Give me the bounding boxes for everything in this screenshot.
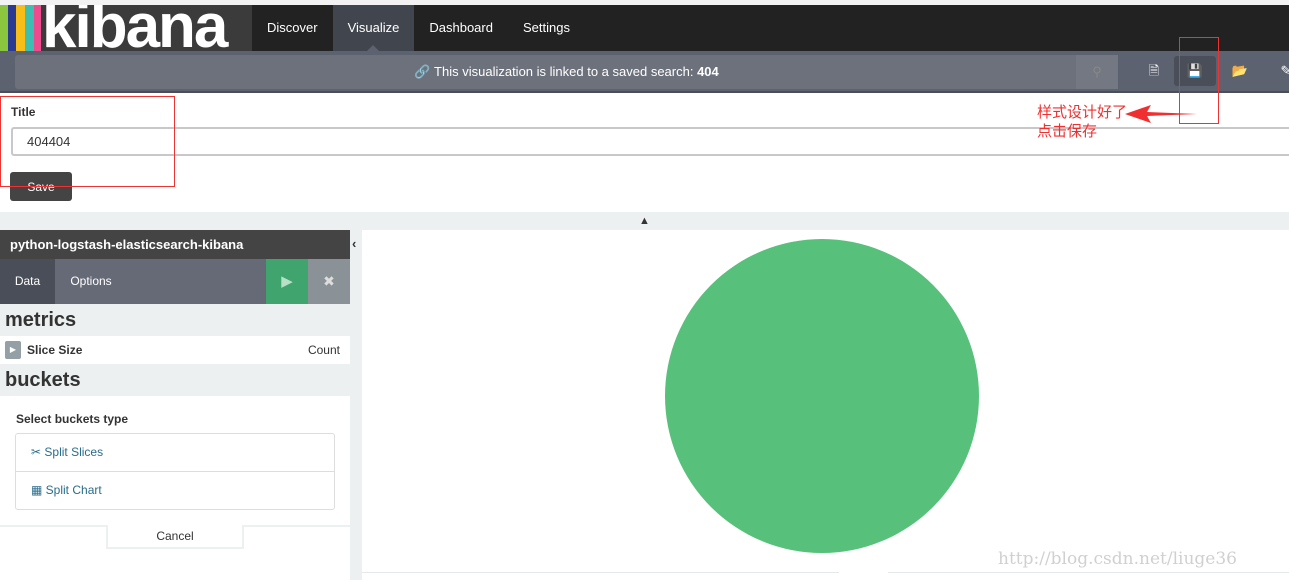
split-slices-option[interactable]: ✂ Split Slices <box>16 434 334 472</box>
logo-text: kibana <box>42 5 228 51</box>
chevron-up-icon: ▲ <box>639 215 650 227</box>
linked-search-bar: 🔗 This visualization is linked to a save… <box>15 55 1118 89</box>
collapse-toggle[interactable]: ▲ <box>0 212 1289 230</box>
share-icon[interactable]: ✎ <box>1265 56 1289 86</box>
select-buckets-label: Select buckets type <box>16 412 129 426</box>
pie-slice[interactable] <box>665 239 979 553</box>
buckets-heading: buckets <box>0 364 350 396</box>
title-label: Title <box>11 105 36 119</box>
split-chart-option[interactable]: ▦ Split Chart <box>16 472 334 510</box>
nav-visualize[interactable]: Visualize <box>332 5 415 51</box>
linked-search-name[interactable]: 404 <box>697 64 719 79</box>
annotation-arrow <box>1125 105 1197 123</box>
linked-text: This visualization is linked to a saved … <box>434 64 698 79</box>
nav-discover[interactable]: Discover <box>252 5 333 51</box>
open-icon[interactable]: 📂 <box>1219 56 1261 86</box>
pie-chart <box>665 239 979 553</box>
index-pattern-title: python-logstash-elasticsearch-kibana <box>0 230 350 259</box>
metric-value: Count <box>307 343 340 357</box>
metrics-heading: metrics <box>0 304 350 336</box>
chart-area <box>362 230 1289 580</box>
tab-data[interactable]: Data <box>0 259 55 304</box>
sidebar: python-logstash-elasticsearch-kibana Dat… <box>0 230 350 580</box>
nav-settings[interactable]: Settings <box>508 5 585 51</box>
cancel-button[interactable]: Cancel <box>106 525 244 549</box>
search-icon[interactable]: ⚲ <box>1076 55 1118 89</box>
logo-bar <box>0 5 8 51</box>
metric-slice-size[interactable]: ▶ Slice Size Count <box>0 336 350 364</box>
annotation-text: 样式设计好了 点击保存 <box>1037 103 1127 141</box>
save-icon[interactable]: 💾 <box>1174 56 1216 86</box>
apply-button[interactable]: ▶ <box>266 259 308 304</box>
save-button[interactable]: Save <box>10 172 72 201</box>
option-label: Split Chart <box>45 483 102 497</box>
new-icon[interactable]: 🗎 <box>1133 56 1175 86</box>
expand-icon[interactable]: ▶ <box>5 341 21 359</box>
scissors-icon: ✂ <box>31 445 45 459</box>
option-label: Split Slices <box>44 445 104 459</box>
chevron-left-icon[interactable]: ‹ <box>352 236 356 251</box>
tab-options[interactable]: Options <box>55 259 127 304</box>
watermark: http://blog.csdn.net/liuge36 <box>998 549 1237 569</box>
link-icon: 🔗 <box>414 64 435 79</box>
kibana-logo[interactable]: kibana <box>0 5 252 51</box>
toolbar: 🔗 This visualization is linked to a save… <box>0 51 1289 93</box>
logo-bar <box>34 5 41 51</box>
top-nav: kibana Discover Visualize Dashboard Sett… <box>0 5 1289 51</box>
logo-bar <box>16 5 25 51</box>
logo-bar <box>8 5 16 51</box>
metric-label: Slice Size <box>27 343 83 357</box>
logo-bar <box>25 5 34 51</box>
sidebar-collapse-gutter[interactable]: ‹ <box>350 230 362 580</box>
discard-button[interactable]: ✖ <box>308 259 350 304</box>
annotation-line: 点击保存 <box>1037 123 1098 140</box>
nav-dashboard[interactable]: Dashboard <box>414 5 508 51</box>
grid-icon: ▦ <box>31 483 46 497</box>
annotation-line: 样式设计好了 <box>1037 104 1128 121</box>
logo-color-bars <box>0 5 41 51</box>
